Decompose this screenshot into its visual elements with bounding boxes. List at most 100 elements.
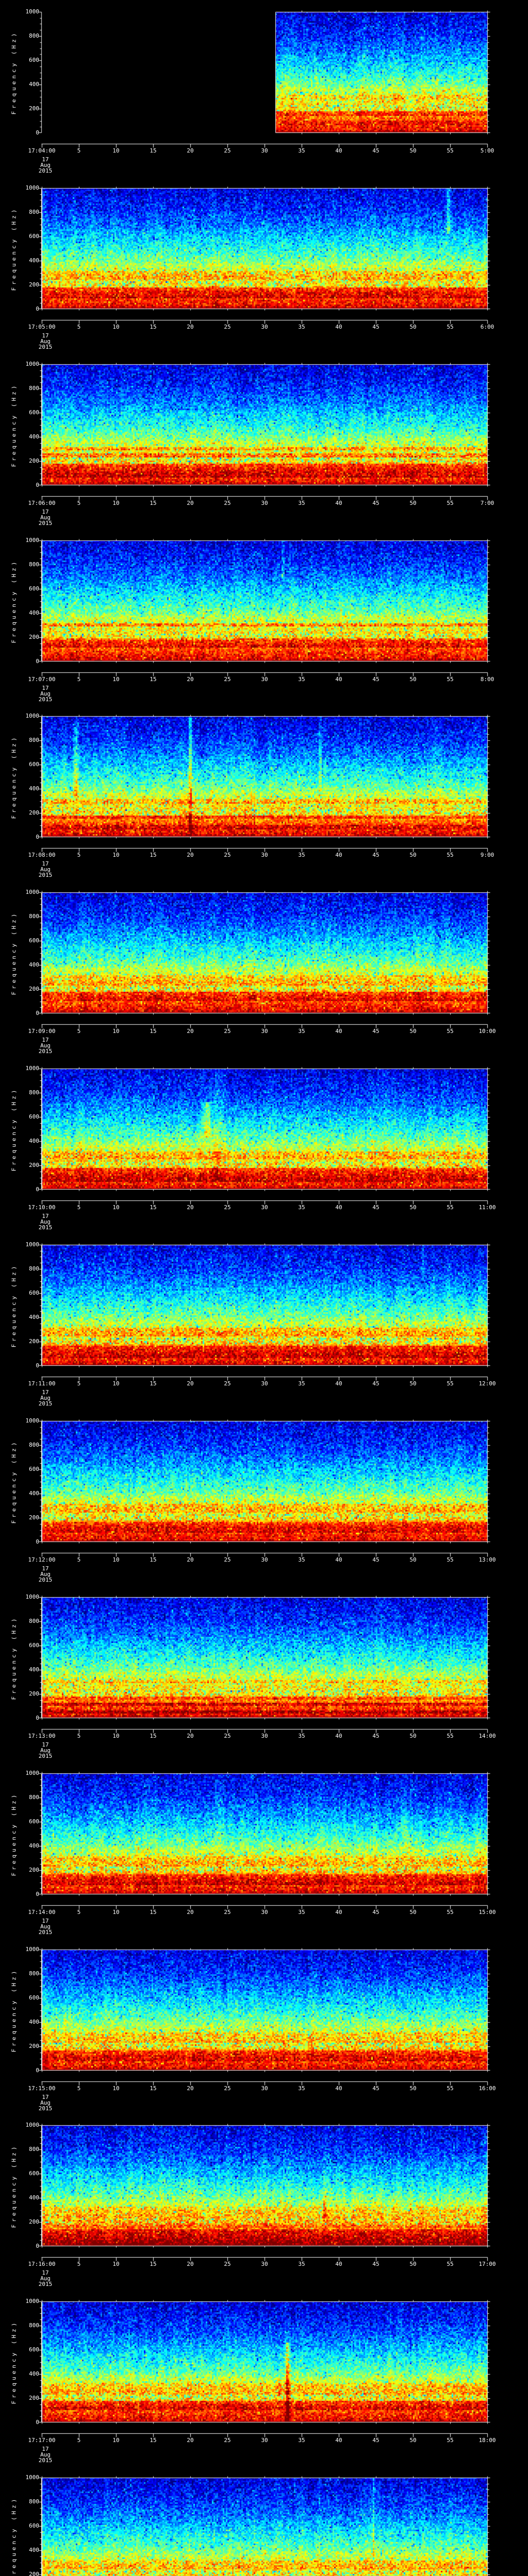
x-tick-label: 45 [372, 1028, 380, 1035]
x-tick-label: 5 [77, 500, 81, 506]
x-tick-label: 15 [150, 500, 157, 506]
y-axis-title: Frequency (Hz) [10, 735, 18, 819]
x-tick-label: 55 [447, 2261, 454, 2267]
spectrogram-canvas [0, 10, 528, 154]
y-tick-label: 400 [29, 2194, 39, 2201]
x-tick-label-start: 17:13:00 [28, 1733, 56, 1739]
x-tick-label: 30 [261, 1556, 268, 1563]
spectrogram-panel: Frequency (Hz) 0 200 400 600 800 1000 17:15:0… [0, 1946, 528, 2126]
y-tick-label: 1000 [25, 537, 40, 544]
y-tick-label: 0 [36, 834, 39, 840]
x-tick-label-end: 6:00 [480, 324, 494, 330]
y-tick-label: 200 [29, 105, 39, 112]
x-tick-label: 5 [77, 147, 81, 154]
x-tick-label: 30 [261, 1733, 268, 1739]
y-tick-label: 1000 [25, 361, 40, 367]
date-line: 2015 [38, 1929, 53, 1936]
spectrogram-panel: Frequency (Hz) 0 200 400 600 800 1000 17:04:0… [0, 8, 528, 188]
y-tick-label: 600 [29, 1642, 39, 1649]
y-tick-label: 1000 [25, 8, 40, 15]
x-tick-label: 30 [261, 852, 268, 858]
x-tick-label: 45 [372, 2261, 380, 2267]
x-tick-label: 55 [447, 1380, 454, 1387]
x-tick-label: 5 [77, 324, 81, 330]
date-line: 2015 [38, 696, 53, 703]
x-tick-label: 30 [261, 1204, 268, 1211]
y-tick-label: 1000 [25, 2474, 40, 2481]
spectrogram-canvas [0, 1947, 528, 2092]
spectrogram-canvas [0, 1419, 528, 1563]
y-tick-label: 800 [29, 2322, 39, 2329]
y-tick-label: 600 [29, 937, 39, 944]
x-tick-label: 55 [447, 1733, 454, 1739]
x-tick-label: 55 [447, 324, 454, 330]
x-tick-label-start: 17:16:00 [28, 2261, 56, 2267]
y-axis-title: Frequency (Hz) [10, 30, 18, 115]
y-tick-label: 400 [29, 785, 39, 792]
x-tick-label: 40 [335, 1380, 342, 1387]
x-tick-label: 55 [447, 1204, 454, 1211]
date-line: 2015 [38, 1753, 53, 1759]
x-tick-label: 55 [447, 1556, 454, 1563]
x-tick-label: 10 [112, 500, 120, 506]
x-tick-label: 25 [224, 1204, 231, 1211]
x-tick-label-start: 17:17:00 [28, 2437, 56, 2444]
spectrogram-canvas [0, 890, 528, 1035]
x-tick-label: 30 [261, 147, 268, 154]
date-line: 2015 [38, 2105, 53, 2112]
x-tick-label: 30 [261, 1028, 268, 1035]
date-line: 2015 [38, 167, 53, 174]
y-axis-title: Frequency (Hz) [10, 207, 18, 291]
y-axis-title: Frequency (Hz) [10, 383, 18, 467]
spectrogram-panel: Frequency (Hz) 0 200 400 600 800 1000 17:05:0… [0, 185, 528, 364]
y-tick-label: 1000 [25, 1241, 40, 1248]
x-tick-label: 15 [150, 2085, 157, 2092]
y-tick-label: 400 [29, 2019, 39, 2025]
date-line: 2015 [38, 520, 53, 527]
y-tick-label: 800 [29, 209, 39, 215]
x-tick-label: 35 [298, 147, 305, 154]
x-tick-label: 45 [372, 676, 380, 683]
x-tick-label: 40 [335, 500, 342, 506]
y-axis-title: Frequency (Hz) [10, 911, 18, 995]
y-tick-label: 1000 [25, 1065, 40, 1072]
spectrogram-canvas [0, 186, 528, 330]
spectrogram-canvas [0, 714, 528, 858]
x-tick-label: 5 [77, 1909, 81, 1916]
y-tick-label: 200 [29, 809, 39, 816]
spectrogram-panel: Frequency (Hz) 0 200 400 600 800 1000 17:08:0… [0, 713, 528, 892]
x-tick-label: 10 [112, 676, 120, 683]
y-axis-title: Frequency (Hz) [10, 2144, 18, 2228]
y-tick-label: 600 [29, 585, 39, 592]
y-tick-label: 800 [29, 1089, 39, 1096]
x-tick-label: 25 [224, 1733, 231, 1739]
x-tick-label: 50 [409, 1733, 417, 1739]
y-tick-label: 800 [29, 2146, 39, 2153]
y-tick-label: 200 [29, 2571, 39, 2576]
y-tick-label: 0 [36, 1362, 39, 1369]
x-tick-label-start: 17:15:00 [28, 2085, 56, 2092]
y-tick-label: 400 [29, 1490, 39, 1497]
spectrogram-canvas [0, 1595, 528, 1739]
x-tick-label: 20 [187, 147, 194, 154]
x-tick-label-end: 9:00 [480, 852, 494, 858]
y-axis-title: Frequency (Hz) [10, 2320, 18, 2404]
x-tick-label: 20 [187, 852, 194, 858]
spectrogram-canvas [0, 2299, 528, 2444]
x-tick-label: 45 [372, 324, 380, 330]
y-tick-label: 0 [36, 2419, 39, 2426]
y-tick-label: 600 [29, 57, 39, 63]
x-tick-label-end: 17:00 [478, 2261, 496, 2267]
y-tick-label: 200 [29, 1690, 39, 1697]
x-tick-label-start: 17:05:00 [28, 324, 56, 330]
x-tick-label: 10 [112, 1028, 120, 1035]
y-tick-label: 200 [29, 986, 39, 992]
date-line: 2015 [38, 344, 53, 350]
x-tick-label: 10 [112, 1380, 120, 1387]
y-tick-label: 200 [29, 281, 39, 288]
x-tick-label: 35 [298, 2261, 305, 2267]
y-tick-label: 1000 [25, 1946, 40, 1953]
x-tick-label: 35 [298, 324, 305, 330]
x-tick-label: 5 [77, 852, 81, 858]
y-tick-label: 1000 [25, 889, 40, 895]
